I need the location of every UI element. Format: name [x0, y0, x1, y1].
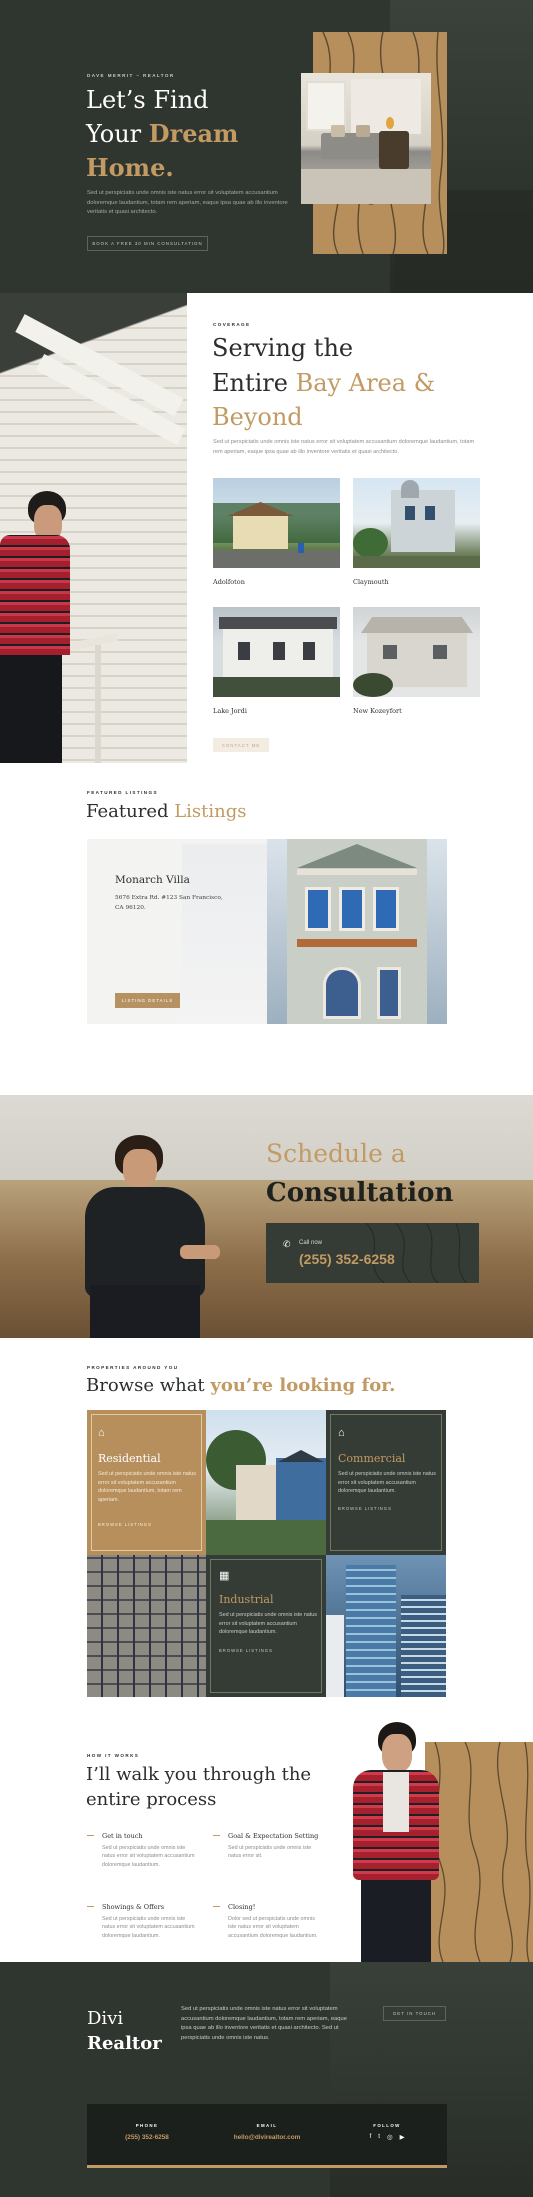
- call-now-box[interactable]: ✆ Call now (255) 352-6258: [266, 1223, 479, 1283]
- storefront-icon: ⌂: [338, 1427, 345, 1439]
- city-photo-new-kozeyfort[interactable]: [353, 607, 480, 697]
- featured-eyebrow: FEATURED LISTINGS: [87, 790, 158, 795]
- glass-towers-photo: [326, 1555, 446, 1697]
- book-consultation-button[interactable]: BOOK A FREE 30 MIN CONSULTATION: [87, 236, 208, 251]
- hero-section: DAVE MERRIT – REALTOR Let’s Find Your Dr…: [0, 0, 533, 293]
- realtor-standing-photo: [335, 1722, 455, 1962]
- instagram-icon[interactable]: ◎: [387, 2133, 393, 2141]
- hero-body: Sed ut perspiciatis unde omnis iste natu…: [87, 190, 288, 215]
- footer-contact-bar: PHONE (255) 352-6258 EMAIL hello@divirea…: [87, 2104, 447, 2168]
- hero-title: Let’s Find Your Dream Home.: [86, 86, 239, 182]
- hero-eyebrow: DAVE MERRIT – REALTOR: [87, 73, 175, 78]
- flowers: [386, 117, 394, 129]
- city-label-adolfoton[interactable]: Adolfoton: [213, 578, 245, 586]
- consult-title-accent: Schedule a: [266, 1139, 406, 1168]
- call-now-label: Call now: [299, 1240, 323, 1246]
- commercial-body: Sed ut perspiciatis unde omnis iste natu…: [338, 1471, 436, 1495]
- person-plaid-shirt: [0, 535, 70, 655]
- featured-title: Featured Listings: [86, 801, 247, 822]
- industrial-tile[interactable]: ▦ Industrial Sed ut perspiciatis unde om…: [206, 1555, 326, 1697]
- residential-title: Residential: [98, 1452, 161, 1465]
- browse-section: PROPERTIES AROUND YOU Browse what you’re…: [0, 1338, 533, 1706]
- social-links: f t ◎ ▶: [327, 2133, 447, 2141]
- phone-icon: ✆: [283, 1239, 291, 1249]
- coverage-title: Serving the Entire Bay Area & Beyond: [212, 334, 436, 431]
- coverage-eyebrow: COVERAGE: [213, 322, 251, 327]
- twitter-icon[interactable]: t: [378, 2133, 380, 2141]
- residential-body: Sed ut perspiciatis unde omnis iste natu…: [98, 1471, 196, 1503]
- house-icon: ⌂: [98, 1427, 105, 1439]
- process-eyebrow: HOW IT WORKS: [87, 1753, 140, 1758]
- footer-body: Sed ut perspiciatis unde omnis iste natu…: [181, 2006, 347, 2041]
- step-dash-icon: [213, 1835, 220, 1836]
- coffee-table: [379, 131, 409, 169]
- footer-phone[interactable]: (255) 352-6258: [87, 2134, 207, 2141]
- footer-brand: Divi Realtor: [87, 2008, 162, 2054]
- residential-tile[interactable]: ⌂ Residential Sed ut perspiciatis unde o…: [87, 1410, 206, 1555]
- seated-man-photo: [85, 1135, 235, 1338]
- youtube-icon[interactable]: ▶: [400, 2133, 405, 2141]
- facebook-icon[interactable]: f: [369, 2133, 371, 2141]
- step-dash-icon: [213, 1906, 220, 1907]
- realtor-porch-photo: [0, 293, 187, 763]
- process-section: HOW IT WORKS I’ll walk you through the e…: [0, 1706, 533, 1962]
- building-icon: ▦: [219, 1570, 230, 1582]
- phone-label: PHONE: [135, 2123, 159, 2128]
- browse-title: Browse what you’re looking for.: [86, 1375, 396, 1396]
- listing-name: Monarch Villa: [115, 874, 190, 886]
- city-photo-adolfoton[interactable]: [213, 478, 340, 568]
- victorian-house-photo: [267, 839, 447, 1024]
- listing-address: 5676 Extra Rd. #123 San Francisco, CA 96…: [115, 895, 223, 911]
- industrial-browse-link[interactable]: BROWSE LISTINGS: [219, 1648, 273, 1653]
- follow-label: FOLLOW: [373, 2123, 401, 2128]
- email-label: EMAIL: [256, 2123, 278, 2128]
- listing-card[interactable]: Monarch Villa 5676 Extra Rd. #123 San Fr…: [87, 839, 447, 1024]
- city-photo-claymouth[interactable]: [353, 478, 480, 568]
- process-title: I’ll walk you through the entire process: [86, 1764, 312, 1810]
- browse-eyebrow: PROPERTIES AROUND YOU: [87, 1365, 179, 1370]
- step-dash-icon: [87, 1835, 94, 1836]
- consult-phone-number[interactable]: (255) 352-6258: [299, 1251, 395, 1267]
- city-label-claymouth[interactable]: Claymouth: [353, 578, 389, 586]
- consultation-section: Schedule a Consultation ✆ Call now (255)…: [0, 1095, 533, 1338]
- city-label-new-kozeyfort[interactable]: New Kozeyfort: [353, 707, 402, 715]
- residential-browse-link[interactable]: BROWSE LISTINGS: [98, 1522, 152, 1527]
- footer-email[interactable]: hello@divirealtor.com: [207, 2134, 327, 2141]
- contact-me-button[interactable]: CONTACT ME: [213, 738, 269, 752]
- get-in-touch-button[interactable]: GET IN TOUCH: [383, 2006, 446, 2021]
- city-photo-lake-jordi[interactable]: [213, 607, 340, 697]
- street-photo: [206, 1410, 326, 1555]
- featured-listings-section: FEATURED LISTINGS Featured Listings Mona…: [0, 765, 533, 1095]
- industrial-body: Sed ut perspiciatis unde omnis iste natu…: [219, 1612, 317, 1636]
- step-dash-icon: [87, 1906, 94, 1907]
- coverage-section: COVERAGE Serving the Entire Bay Area & B…: [0, 293, 533, 765]
- city-label-lake-jordi[interactable]: Lake Jordi: [213, 707, 247, 715]
- commercial-tile[interactable]: ⌂ Commercial Sed ut perspiciatis unde om…: [326, 1410, 446, 1555]
- commercial-browse-link[interactable]: BROWSE LISTINGS: [338, 1506, 392, 1511]
- consult-title: Consultation: [266, 1178, 454, 1208]
- footer-section: Divi Realtor Sed ut perspiciatis unde om…: [0, 1962, 533, 2197]
- coverage-body: Sed ut perspiciatis unde omnis iste natu…: [213, 439, 475, 455]
- living-room-photo: [301, 73, 431, 204]
- listing-details-button[interactable]: LISTING DETAILS: [115, 993, 180, 1008]
- industrial-title: Industrial: [219, 1593, 274, 1606]
- commercial-title: Commercial: [338, 1452, 406, 1465]
- office-building-photo: [87, 1555, 206, 1697]
